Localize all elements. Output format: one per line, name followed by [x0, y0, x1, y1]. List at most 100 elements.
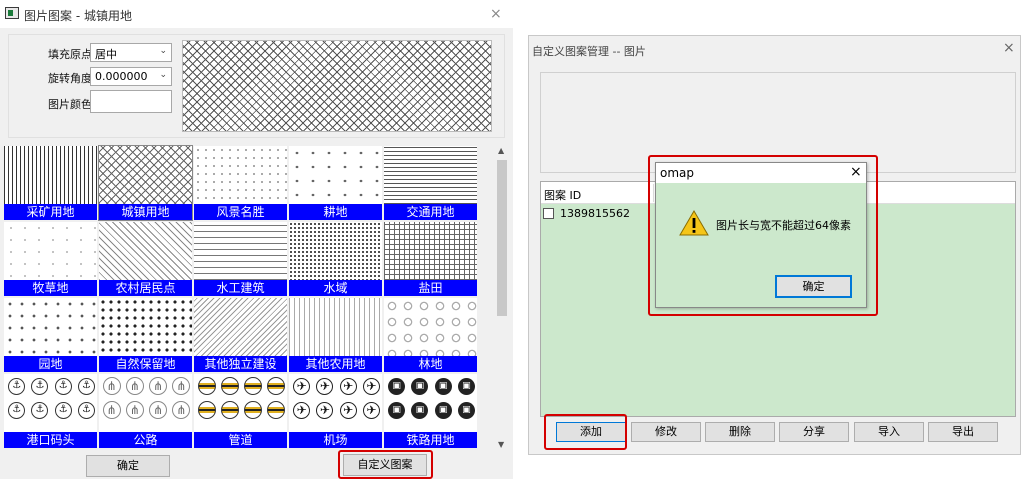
- road-icon: ⋔: [149, 377, 168, 395]
- anchor-icon: ⚓: [54, 377, 72, 395]
- airplane-icon: ✈: [339, 401, 357, 419]
- pattern-tile[interactable]: 牧草地: [4, 222, 97, 296]
- pattern-swatch: [384, 298, 477, 356]
- road-icon: ⋔: [102, 377, 121, 395]
- pattern-caption: 风景名胜: [194, 204, 287, 220]
- share-button[interactable]: 分享: [779, 422, 849, 442]
- scroll-up-icon[interactable]: ▲: [498, 146, 504, 155]
- chevron-down-icon: ⌄: [159, 70, 167, 80]
- pipeline-icon: [267, 401, 286, 419]
- pattern-tile[interactable]: 其他农用地: [289, 298, 382, 372]
- pattern-swatch: [4, 222, 97, 280]
- pattern-tile[interactable]: ▣ ▣ ▣ ▣ ▣ ▣ ▣ ▣ 铁路用地: [384, 374, 477, 448]
- airplane-icon: ✈: [362, 401, 380, 419]
- edit-button[interactable]: 修改: [631, 422, 701, 442]
- rotation-label: 旋转角度: [48, 72, 92, 85]
- road-icon: ⋔: [172, 401, 191, 419]
- rotation-value: 0.000000: [95, 70, 148, 83]
- pattern-caption: 其他独立建设: [194, 356, 287, 372]
- pattern-tile[interactable]: 盐田: [384, 222, 477, 296]
- train-icon: ▣: [457, 377, 475, 395]
- train-icon: ▣: [434, 377, 452, 395]
- pipeline-icon: [267, 377, 286, 395]
- scroll-down-icon[interactable]: ▼: [498, 440, 504, 449]
- anchor-icon: ⚓: [31, 401, 49, 419]
- anchor-icon: ⚓: [54, 401, 72, 419]
- road-icon: ⋔: [149, 401, 168, 419]
- highlight-box: [338, 450, 433, 479]
- pattern-tile[interactable]: 交通用地: [384, 146, 477, 220]
- pattern-tile[interactable]: 林地: [384, 298, 477, 372]
- app-icon: [5, 7, 19, 19]
- delete-button[interactable]: 删除: [705, 422, 775, 442]
- airplane-icon: ✈: [362, 377, 380, 395]
- column-header-id[interactable]: 图案 ID: [544, 187, 581, 203]
- row-pattern-id[interactable]: 1389815562: [560, 207, 630, 220]
- pattern-tile[interactable]: 园地: [4, 298, 97, 372]
- pattern-swatch: [289, 222, 382, 280]
- pattern-caption: 农村居民点: [99, 280, 192, 296]
- train-icon: ▣: [411, 377, 429, 395]
- pipeline-icon: [197, 377, 216, 395]
- pattern-tile[interactable]: ✈ ✈ ✈ ✈ ✈ ✈ ✈ ✈ 机场: [289, 374, 382, 448]
- pattern-tile[interactable]: ⚓ ⚓ ⚓ ⚓ ⚓ ⚓ ⚓ ⚓ 港口码头: [4, 374, 97, 448]
- pattern-caption: 水域: [289, 280, 382, 296]
- fill-origin-select[interactable]: 居中 ⌄: [90, 43, 172, 62]
- pipeline-icon: [197, 401, 216, 419]
- pattern-caption: 采矿用地: [4, 204, 97, 220]
- pattern-swatch: [99, 146, 192, 204]
- rotation-select[interactable]: 0.000000 ⌄: [90, 67, 172, 86]
- pattern-swatch: [4, 146, 97, 204]
- pattern-caption: 其他农用地: [289, 356, 382, 372]
- pattern-tile[interactable]: 城镇用地: [98, 145, 193, 221]
- pattern-tile[interactable]: 农村居民点: [99, 222, 192, 296]
- pattern-tile[interactable]: 风景名胜: [194, 146, 287, 220]
- pattern-swatch: [384, 146, 477, 204]
- pattern-tile[interactable]: 其他独立建设: [194, 298, 287, 372]
- road-icon: ⋔: [102, 401, 121, 419]
- pattern-tile[interactable]: 管道: [194, 374, 287, 448]
- pattern-caption: 公路: [99, 432, 192, 448]
- chevron-down-icon: ⌄: [159, 46, 167, 56]
- close-icon[interactable]: ×: [1003, 40, 1015, 56]
- pipeline-icon: [220, 401, 239, 419]
- pattern-tile[interactable]: 自然保留地: [99, 298, 192, 372]
- ok-button[interactable]: 确定: [86, 455, 170, 477]
- fill-origin-label: 填充原点: [48, 48, 92, 61]
- fill-origin-value: 居中: [95, 48, 117, 61]
- anchor-icon: ⚓: [77, 401, 95, 419]
- pattern-grid: 采矿用地 城镇用地 风景名胜 耕地 交通用地 牧草地 农村居民点 水工建筑 水域…: [4, 145, 478, 448]
- train-icon: ▣: [457, 401, 475, 419]
- anchor-icon: ⚓: [8, 401, 26, 419]
- pattern-caption: 水工建筑: [194, 280, 287, 296]
- road-icon: ⋔: [125, 401, 144, 419]
- airplane-icon: ✈: [293, 401, 311, 419]
- pattern-tile[interactable]: 采矿用地: [4, 146, 97, 220]
- pattern-tile[interactable]: 水域: [289, 222, 382, 296]
- anchor-icon: ⚓: [8, 377, 26, 395]
- row-checkbox[interactable]: [543, 208, 554, 219]
- import-button[interactable]: 导入: [854, 422, 924, 442]
- image-color-picker[interactable]: [90, 90, 172, 113]
- pattern-tile[interactable]: 水工建筑: [194, 222, 287, 296]
- pattern-swatch: [194, 298, 287, 356]
- pattern-caption: 耕地: [289, 204, 382, 220]
- pattern-caption: 交通用地: [384, 204, 477, 220]
- pipeline-icon: [244, 377, 263, 395]
- pattern-swatch: [99, 298, 192, 356]
- highlight-box: [648, 155, 878, 316]
- manager-dialog-title: 自定义图案管理 -- 图片: [532, 45, 646, 58]
- train-icon: ▣: [388, 377, 406, 395]
- scroll-thumb[interactable]: [497, 160, 507, 316]
- highlight-box: [544, 414, 627, 450]
- pattern-tile[interactable]: ⋔ ⋔ ⋔ ⋔ ⋔ ⋔ ⋔ ⋔ 公路: [99, 374, 192, 448]
- pattern-swatch: [194, 222, 287, 280]
- pipeline-icon: [244, 401, 263, 419]
- pattern-preview: [182, 40, 492, 132]
- close-icon[interactable]: ×: [490, 6, 502, 22]
- pattern-caption: 林地: [384, 356, 477, 372]
- road-icon: ⋔: [172, 377, 191, 395]
- export-button[interactable]: 导出: [928, 422, 998, 442]
- pattern-swatch: [99, 222, 192, 280]
- pattern-tile[interactable]: 耕地: [289, 146, 382, 220]
